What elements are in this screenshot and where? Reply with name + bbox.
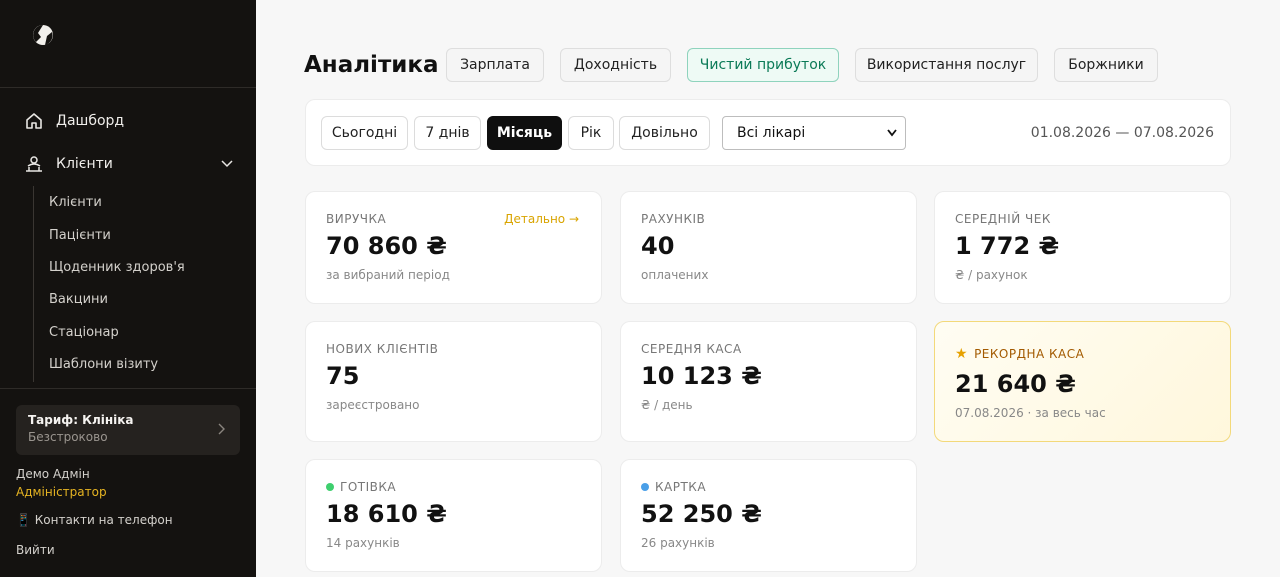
record-cash-value: 21 640 ₴ [955, 370, 1076, 398]
nav-dashboard[interactable]: Дашборд [24, 111, 124, 131]
tab-debtors[interactable]: Боржники [1054, 48, 1158, 82]
revenue-details-link[interactable]: Детально → [504, 212, 579, 226]
avg-cash-card: СЕРЕДНЯ КАСА 10 123 ₴ ₴ / день [620, 321, 917, 442]
new-clients-value: 75 [326, 362, 360, 390]
chevron-right-icon [218, 423, 225, 435]
sidebar-item-patients[interactable]: Пацієнти [49, 228, 111, 243]
avg-check-sub: ₴ / рахунок [955, 268, 1028, 282]
invoices-sub: оплачених [641, 268, 709, 282]
page-title: Аналітика [304, 52, 439, 78]
period-custom-button[interactable]: Довільно [619, 116, 710, 150]
date-range: 01.08.2026 — 07.08.2026 [1030, 125, 1214, 141]
doctor-select-value: Всі лікарі [737, 125, 806, 141]
invoices-label: РАХУНКІВ [641, 212, 706, 226]
cash-header: ГОТІВКА [326, 480, 396, 494]
card-dot-icon [641, 483, 649, 491]
avg-cash-value: 10 123 ₴ [641, 362, 762, 390]
period-year-button[interactable]: Рік [568, 116, 614, 150]
logo-area [0, 0, 256, 88]
avg-cash-sub: ₴ / день [641, 398, 693, 412]
sidebar-item-clients[interactable]: Клієнти [49, 195, 102, 210]
card-payments-header: КАРТКА [641, 480, 706, 494]
cash-label: ГОТІВКА [340, 480, 397, 494]
cash-sub: 14 рахунків [326, 536, 400, 550]
record-cash-sub: 07.08.2026 · за весь час [955, 406, 1106, 420]
avg-check-label: СЕРЕДНІЙ ЧЕК [955, 212, 1051, 226]
new-clients-sub: зареєстровано [326, 398, 420, 412]
tab-salary[interactable]: Зарплата [446, 48, 544, 82]
record-cash-label: РЕКОРДНА КАСА [974, 347, 1085, 361]
sidebar-item-inpatient[interactable]: Стаціонар [49, 325, 119, 340]
revenue-label: ВИРУЧКА [326, 212, 387, 226]
avg-cash-label: СЕРЕДНЯ КАСА [641, 342, 742, 356]
nav-clients-label: Клієнти [56, 156, 113, 172]
revenue-sub: за вибраний період [326, 268, 450, 282]
sidebar-divider [0, 388, 256, 389]
sidebar-item-vaccines[interactable]: Вакцини [49, 292, 108, 307]
star-icon: ★ [955, 346, 969, 362]
chevron-down-icon[interactable] [220, 157, 234, 171]
plan-card[interactable]: Тариф: Клініка Безстроково [16, 405, 240, 455]
card-payments-label: КАРТКА [655, 480, 707, 494]
tab-services-usage[interactable]: Використання послуг [855, 48, 1038, 82]
new-clients-card: НОВИХ КЛІЄНТІВ 75 зареєстровано [305, 321, 602, 442]
logo-icon[interactable] [32, 24, 54, 46]
avg-check-card: СЕРЕДНІЙ ЧЕК 1 772 ₴ ₴ / рахунок [934, 191, 1231, 304]
revenue-card: ВИРУЧКА Детально → 70 860 ₴ за вибраний … [305, 191, 602, 304]
period-month-button[interactable]: Місяць [487, 116, 562, 150]
doctor-select[interactable]: Всі лікарі [722, 116, 906, 150]
user-role: Адміністратор [16, 485, 107, 499]
sidebar-item-health-diary[interactable]: Щоденник здоров'я [49, 260, 185, 275]
card-payments-card: КАРТКА 52 250 ₴ 26 рахунків [620, 459, 917, 572]
plan-subtitle: Безстроково [28, 430, 108, 444]
period-7days-button[interactable]: 7 днів [414, 116, 481, 150]
sidebar: Дашборд Клієнти Клієнти Пацієнти Щоденни… [0, 0, 256, 577]
invoices-value: 40 [641, 232, 675, 260]
contacts-link[interactable]: 📱 Контакти на телефон [16, 513, 173, 527]
tab-profitability[interactable]: Доходність [560, 48, 671, 82]
filter-bar: Сьогодні 7 днів Місяць Рік Довільно Всі … [305, 99, 1231, 166]
plan-title: Тариф: Клініка [28, 413, 134, 427]
chevron-down-icon [887, 129, 897, 137]
period-today-button[interactable]: Сьогодні [321, 116, 408, 150]
tab-net-profit[interactable]: Чистий прибуток [687, 48, 839, 82]
nav-clients[interactable]: Клієнти [24, 154, 234, 174]
cash-value: 18 610 ₴ [326, 500, 447, 528]
card-payments-value: 52 250 ₴ [641, 500, 762, 528]
logout-link[interactable]: Вийти [16, 543, 55, 557]
revenue-value: 70 860 ₴ [326, 232, 447, 260]
new-clients-label: НОВИХ КЛІЄНТІВ [326, 342, 439, 356]
home-icon [26, 113, 42, 129]
invoices-card: РАХУНКІВ 40 оплачених [620, 191, 917, 304]
avg-check-value: 1 772 ₴ [955, 232, 1060, 260]
submenu-divider [33, 186, 34, 382]
user-name: Демо Адмін [16, 467, 90, 481]
sidebar-item-visit-templates[interactable]: Шаблони візиту [49, 357, 158, 372]
card-payments-sub: 26 рахунків [641, 536, 715, 550]
cash-card: ГОТІВКА 18 610 ₴ 14 рахунків [305, 459, 602, 572]
users-icon [26, 156, 42, 172]
record-cash-card: ★ РЕКОРДНА КАСА 21 640 ₴ 07.08.2026 · за… [934, 321, 1231, 442]
nav-dashboard-label: Дашборд [56, 113, 125, 129]
record-cash-header: ★ РЕКОРДНА КАСА [955, 346, 1084, 362]
cash-dot-icon [326, 483, 334, 491]
